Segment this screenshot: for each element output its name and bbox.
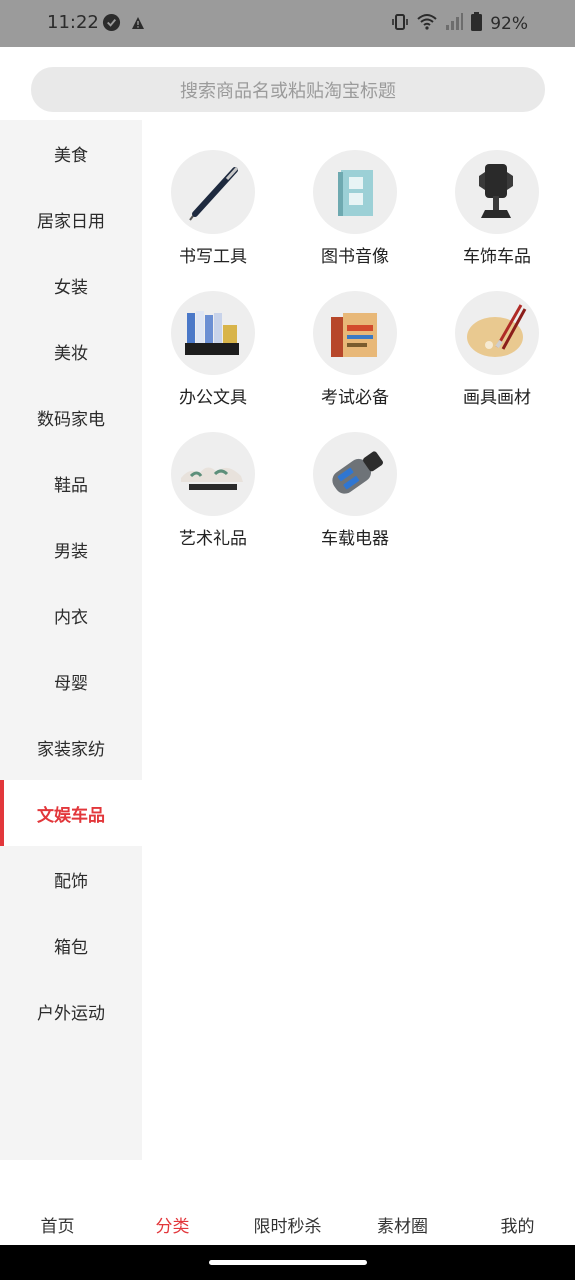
sidebar-item-culture-car[interactable]: 文娱车品 [0,780,142,846]
subcategory-art-supplies[interactable]: 画具画材 [426,291,568,408]
sidebar-item-shoes[interactable]: 鞋品 [0,450,142,516]
nav-flash-sale[interactable]: 限时秒杀 [230,1212,345,1237]
art-gift-icon [171,432,255,516]
sidebar-item-baby[interactable]: 母婴 [0,648,142,714]
car-charger-icon [313,432,397,516]
status-time: 11:22 [47,12,99,33]
sidebar-item-home-textile[interactable]: 家装家纺 [0,714,142,780]
sidebar-item-outdoor[interactable]: 户外运动 [0,978,142,1044]
sidebar-item-underwear[interactable]: 内衣 [0,582,142,648]
subcategory-office-stationery[interactable]: 办公文具 [142,291,284,408]
sidebar-item-beauty[interactable]: 美妆 [0,318,142,384]
battery-percent: 92% [490,14,528,34]
subcategory-label: 考试必备 [321,388,389,408]
signal-icon [445,13,464,35]
sidebar-item-accessories[interactable]: 配饰 [0,846,142,912]
subcategory-label: 车饰车品 [463,247,531,267]
exam-books-icon [313,291,397,375]
subcategory-books-media[interactable]: 图书音像 [284,150,426,267]
sidebar-item-mens[interactable]: 男装 [0,516,142,582]
search-placeholder: 搜索商品名或粘贴淘宝标题 [180,80,396,102]
subcategory-grid: 书写工具 图书音像 车饰车品 办公文具 考试必备 画具画材 艺术礼品 车载电器 [142,150,575,549]
subcategory-car-electronics[interactable]: 车载电器 [284,432,426,549]
subcategory-writing-tools[interactable]: 书写工具 [142,150,284,267]
vibrate-icon [391,13,409,36]
system-gesture-bar [0,1245,575,1280]
warning-icon [131,15,145,34]
palette-icon [455,291,539,375]
subcategory-label: 车载电器 [321,529,389,549]
subcategory-label: 图书音像 [321,247,389,267]
sidebar-item-bags[interactable]: 箱包 [0,912,142,978]
nav-material-circle[interactable]: 素材圈 [345,1212,460,1237]
battery-icon [471,12,483,36]
wifi-icon [417,13,437,35]
pen-icon [171,150,255,234]
subcategory-exam-essentials[interactable]: 考试必备 [284,291,426,408]
book-icon [313,150,397,234]
sidebar-item-womens[interactable]: 女装 [0,252,142,318]
bottom-nav: 首页 分类 限时秒杀 素材圈 我的 [0,1160,575,1245]
sidebar-item-food[interactable]: 美食 [0,120,142,186]
nav-profile[interactable]: 我的 [460,1212,575,1237]
home-gesture-handle[interactable] [209,1260,367,1265]
sidebar-item-home[interactable]: 居家日用 [0,186,142,252]
sidebar-item-digital[interactable]: 数码家电 [0,384,142,450]
search-bar-container: 搜索商品名或粘贴淘宝标题 [0,47,575,120]
subcategory-art-gifts[interactable]: 艺术礼品 [142,432,284,549]
subcategory-label: 办公文具 [179,388,247,408]
subcategory-label: 艺术礼品 [179,529,247,549]
nav-home[interactable]: 首页 [0,1212,115,1237]
category-sidebar: 美食 居家日用 女装 美妆 数码家电 鞋品 男装 内衣 母婴 家装家纺 文娱车品… [0,120,142,1160]
subcategory-label: 画具画材 [463,388,531,408]
file-organizer-icon [171,291,255,375]
subcategory-panel: 书写工具 图书音像 车饰车品 办公文具 考试必备 画具画材 艺术礼品 车载电器 [142,120,575,1160]
subcategory-car-accessories[interactable]: 车饰车品 [426,150,568,267]
subcategory-label: 书写工具 [179,247,247,267]
nav-categories[interactable]: 分类 [115,1212,230,1237]
phone-holder-icon [455,150,539,234]
check-circle-icon [102,13,121,36]
search-input[interactable]: 搜索商品名或粘贴淘宝标题 [31,67,545,112]
status-bar: 11:22 92% [0,0,575,47]
